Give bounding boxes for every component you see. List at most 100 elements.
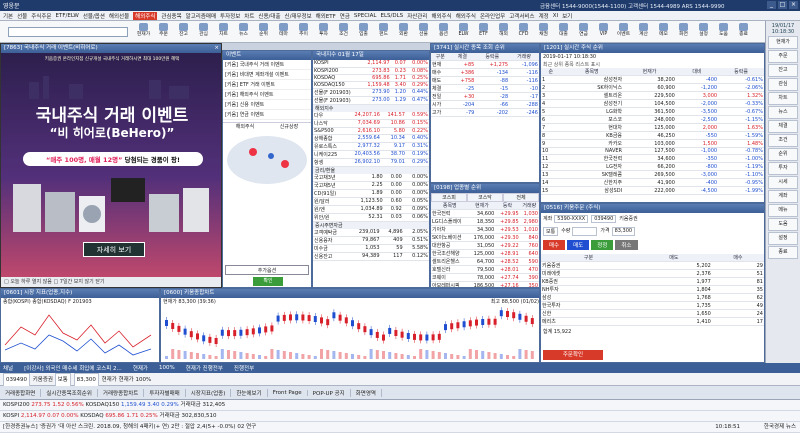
trend-icon[interactable]: 추이	[295, 23, 312, 41]
menu-item[interactable]: 선물/옵션	[83, 12, 105, 20]
table-row[interactable]: S&P500 2,616.10 5.80 0.22%	[313, 127, 429, 135]
theme-icon[interactable]: 테마	[275, 23, 292, 41]
side-button[interactable]: 체결	[768, 120, 798, 133]
minimize-button[interactable]: _	[767, 1, 776, 9]
table-row[interactable]: 다우 24,207.16 141.57 0.59%	[313, 111, 429, 120]
news-ticker[interactable]: [한경증권뉴스] '증권가 '대 아산 스크린. 2018.09, 청해의 4패…	[0, 422, 800, 433]
menu-item[interactable]: 계정	[539, 12, 549, 20]
table-row[interactable]: 미래에셋 2,376 51	[541, 269, 764, 278]
table-row[interactable]: 셀트리온헬스 64,700 +28.52 590	[431, 257, 539, 266]
table-row[interactable]: 고객예탁금 239,019 4,896 2.05%	[313, 228, 429, 237]
table-row[interactable]: 항셍 26,902.10 79.01 0.29%	[313, 158, 429, 167]
menu-item[interactable]: 해외주식	[133, 11, 158, 20]
table-row[interactable]: 13 SK텔레콤 269,500 -3,000 -1.10%	[541, 170, 764, 179]
sector-tab[interactable]: 전체	[503, 193, 539, 202]
vip-icon[interactable]: VIP	[595, 23, 612, 41]
side-button[interactable]: 잔고	[768, 64, 798, 77]
table-row[interactable]: 한국투자 1,735 49	[541, 301, 764, 310]
table-row[interactable]: 7 현대차 125,000 2,000 1.63%	[541, 123, 764, 132]
side-button[interactable]: 설정	[768, 232, 798, 245]
etf-icon[interactable]: ETF	[475, 23, 492, 41]
event-list-item[interactable]: [키움] 연금 이벤트	[223, 110, 311, 120]
account-field[interactable]: 5390-XXXX	[554, 215, 589, 223]
balance-icon[interactable]: 잔고	[175, 23, 192, 41]
futures-icon[interactable]: 선물	[415, 23, 432, 41]
side-button[interactable]: 메뉴	[768, 204, 798, 217]
side-button[interactable]: 조건	[768, 134, 798, 147]
table-row[interactable]: 메리츠 1,410 17	[541, 317, 764, 326]
table-row[interactable]: 기아차 34,300 +29.53 1,010	[431, 225, 539, 234]
table-row[interactable]: 삼성 1,768 62	[541, 293, 764, 302]
table-row[interactable]: 시가 -204 -66 -288	[431, 100, 539, 109]
table-row[interactable]: 14 신한지주 41,900 -400 -0.95%	[541, 178, 764, 187]
table-row[interactable]: 한국전력 34,600 +29.95 1,030	[431, 209, 539, 218]
menu-item[interactable]: ELS/DLS	[381, 13, 404, 19]
help-icon[interactable]: 도움	[715, 23, 732, 41]
table-row[interactable]: 10 NAVER 127,500 -1,000 -0.78%	[541, 147, 764, 155]
table-row[interactable]: CD(91일) 1.89 0.00 0.00%	[313, 189, 429, 198]
taskbar-item[interactable]: Front Page	[268, 389, 308, 396]
global-icon[interactable]: 해외	[495, 23, 512, 41]
side-button[interactable]: 종료	[768, 246, 798, 259]
side-button[interactable]: 계좌	[768, 190, 798, 203]
table-row[interactable]: LG디스플레이 18,350 +29.85 2,980	[431, 217, 539, 226]
screen-icon[interactable]: 화면	[675, 23, 692, 41]
table-row[interactable]: 4 삼성전기 104,500 -2,000 -0.33%	[541, 99, 764, 108]
option-icon[interactable]: 옵션	[435, 23, 452, 41]
table-row[interactable]: 3 셀트리온 229,500 3,000 1.32%	[541, 91, 764, 100]
table-row[interactable]: 국고채5년 2.25 0.00 0.00%	[313, 181, 429, 190]
cfd-icon[interactable]: CFD	[515, 23, 532, 41]
event-icon[interactable]: 이벤트	[615, 23, 632, 41]
menu-item[interactable]: 고객서비스	[509, 12, 534, 20]
side-button[interactable]: 도움	[768, 218, 798, 231]
table-row[interactable]: KB증권 1,977 81	[541, 277, 764, 286]
pension-icon[interactable]: 연금	[575, 23, 592, 41]
interest-icon[interactable]: 관심	[195, 23, 212, 41]
table-row[interactable]: 미수금 1,053 59 5.58%	[313, 244, 429, 253]
menu-item[interactable]: 기본	[3, 12, 13, 20]
table-row[interactable]: 2 SK하이닉스 60,900 -1,200 -2.06%	[541, 83, 764, 92]
order-action-button[interactable]: 매수	[543, 240, 566, 250]
side-button[interactable]: 현재가	[768, 36, 798, 49]
side-button[interactable]: 차트	[768, 92, 798, 105]
table-row[interactable]: NH투자 1,804 35	[541, 285, 764, 294]
table-row[interactable]: 체결 -25 -15 -10	[431, 84, 539, 93]
tab-new-listing[interactable]: 신규상장	[267, 123, 311, 130]
menu-item[interactable]: SPECIAL	[354, 13, 377, 19]
menu-item[interactable]: 선물	[17, 12, 27, 20]
setup-icon[interactable]: 설정	[695, 23, 712, 41]
order-action-button[interactable]: 매도	[567, 240, 590, 250]
table-row[interactable]: 신용잔고 94,389 117 0.12%	[313, 252, 429, 261]
menu-item[interactable]: 신용/대출	[258, 12, 280, 20]
sector-tab[interactable]: 코스피	[431, 193, 467, 202]
chart-icon[interactable]: 차트	[215, 23, 232, 41]
side-button[interactable]: 순위	[768, 148, 798, 161]
table-row[interactable]: 고가 -79 -202 -246	[431, 108, 539, 117]
menu-item[interactable]: 해외ETF	[316, 12, 336, 20]
side-button[interactable]: 시세	[768, 176, 798, 189]
forex-icon[interactable]: 외환	[395, 23, 412, 41]
ad-details-button[interactable]: 자세히 보기	[83, 242, 145, 257]
table-row[interactable]: SK이노베이션 176,000 +29.30 840	[431, 233, 539, 242]
table-row[interactable]: 유로스톡스 2,977.32 9.17 0.31%	[313, 142, 429, 151]
table-row[interactable]: 전일 +30 -28 -17	[431, 92, 539, 101]
menu-item[interactable]: 해외주식	[431, 12, 451, 20]
menu-item[interactable]: ETF/ELW	[56, 13, 79, 19]
memo-icon[interactable]: 메모	[655, 23, 672, 41]
menu-item[interactable]: 주식주문	[31, 12, 51, 20]
condition-icon[interactable]: 조건	[335, 23, 352, 41]
table-row[interactable]: 선물(F 201903) 273.90 1.20 0.44%	[313, 88, 429, 97]
table-row[interactable]: 6 포스코 248,000 -2,500 -1.15%	[541, 115, 764, 124]
order-type-select[interactable]: 보통	[543, 227, 559, 236]
table-row[interactable]: 국고채3년 1.80 0.00 0.00%	[313, 173, 429, 182]
taskbar-item[interactable]: 실시간종목조회순위	[41, 388, 98, 397]
side-button[interactable]: 뉴스	[768, 106, 798, 119]
price-input[interactable]: 83,300	[611, 227, 636, 236]
side-button[interactable]: 관심	[768, 78, 798, 91]
order-icon[interactable]: 주문	[155, 23, 172, 41]
event-list-item[interactable]: [키움] 해외주식 이벤트	[223, 90, 311, 100]
tab-overseas[interactable]: 해외주식	[223, 123, 267, 130]
taskbar-item[interactable]: 시장지표(업종)	[186, 388, 232, 397]
menu-item[interactable]: XI	[553, 13, 558, 19]
table-row[interactable]: 매수 +386 -134 -116	[431, 68, 539, 77]
